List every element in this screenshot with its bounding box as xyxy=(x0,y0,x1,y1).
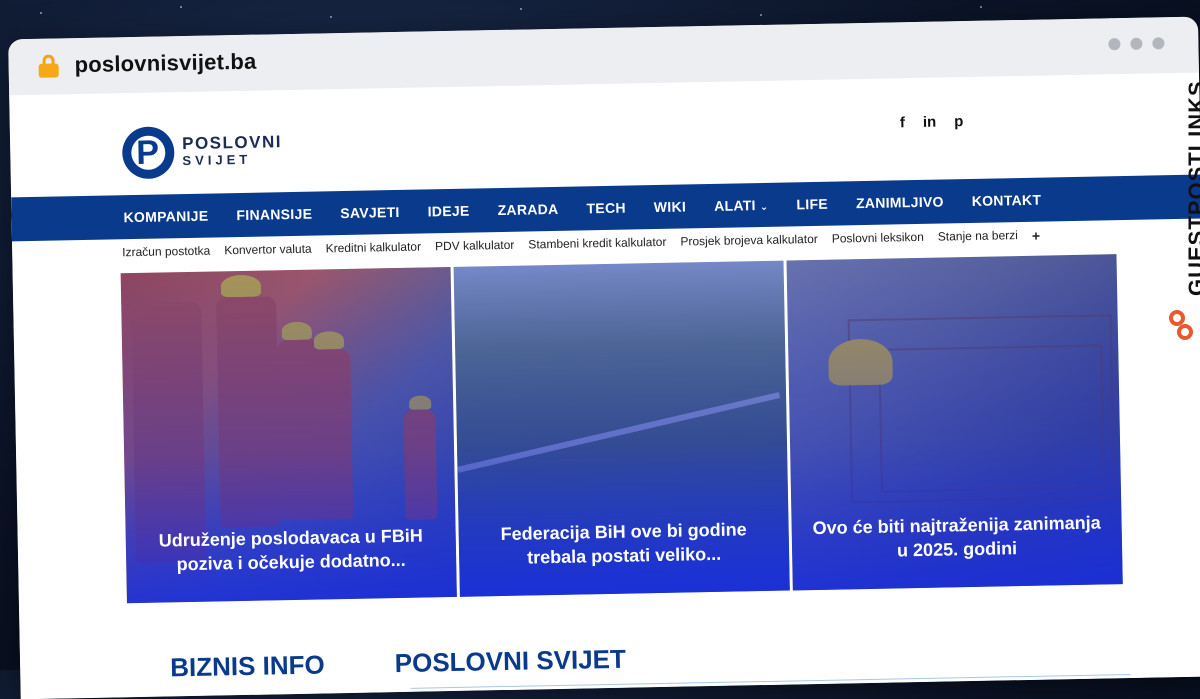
window-dot-1[interactable] xyxy=(1108,38,1121,51)
address-bar[interactable]: poslovnisvijet.ba xyxy=(74,49,256,78)
logo-p-icon: P xyxy=(121,126,175,180)
facebook-icon[interactable]: f xyxy=(900,114,905,131)
nav-ideje[interactable]: IDEJE xyxy=(427,203,469,220)
hero-caption[interactable]: Federacija BiH ove bi godine trebala pos… xyxy=(458,517,789,571)
hero-card[interactable]: Federacija BiH ove bi godine trebala pos… xyxy=(453,260,790,597)
section-headings: BIZNIS INFO POSLOVNI SVIJET xyxy=(170,644,626,684)
social-links: f in p xyxy=(900,113,964,131)
section-title-poslovni-svijet[interactable]: POSLOVNI SVIJET xyxy=(394,644,626,679)
linkedin-icon[interactable]: in xyxy=(923,114,937,131)
subnav-prosjek-brojeva[interactable]: Prosjek brojeva kalkulator xyxy=(680,232,818,251)
window-dot-2[interactable] xyxy=(1130,37,1143,50)
site-logo[interactable]: P POSLOVNI SVIJET xyxy=(121,124,283,180)
logo-line-2: SVIJET xyxy=(182,151,252,169)
subnav-poslovni-leksikon[interactable]: Poslovni leksikon xyxy=(832,230,924,248)
plus-icon[interactable]: + xyxy=(1032,228,1040,244)
subnav-stanje-na-berzi[interactable]: Stanje na berzi xyxy=(938,228,1018,246)
pinterest-icon[interactable]: p xyxy=(954,113,963,130)
nav-kompanije[interactable]: KOMPANIJE xyxy=(123,208,208,226)
nav-alati[interactable]: ALATI ⌄ xyxy=(714,197,769,214)
hero-caption[interactable]: Ovo će biti najtraženija zanimanja u 202… xyxy=(791,510,1122,564)
lock-icon xyxy=(38,54,59,78)
subnav-pdv-kalkulator[interactable]: PDV kalkulator xyxy=(435,238,515,256)
subnav-izracun-postotka[interactable]: Izračun postotka xyxy=(122,244,210,262)
hero-card[interactable]: Ovo će biti najtraženija zanimanja u 202… xyxy=(786,254,1123,591)
nav-zarada[interactable]: ZARADA xyxy=(497,201,558,218)
subnav-konvertor-valuta[interactable]: Konvertor valuta xyxy=(224,242,312,260)
nav-finansije[interactable]: FINANSIJE xyxy=(236,206,312,223)
section-title-biznis-info[interactable]: BIZNIS INFO xyxy=(170,649,325,683)
nav-life[interactable]: LIFE xyxy=(796,196,828,213)
guestpostlinks-watermark: GUESTPOSTLINKS xyxy=(1162,56,1200,356)
nav-alati-label: ALATI xyxy=(713,197,756,214)
subnav-kreditni-kalkulator[interactable]: Kreditni kalkulator xyxy=(325,240,421,258)
hero-card[interactable]: Udruženje poslodavaca u FBiH poziva i oč… xyxy=(120,266,457,604)
web-page: P POSLOVNI SVIJET f in p KOMPANIJE FINAN… xyxy=(9,72,1200,699)
watermark-text: GUESTPOSTLINKS xyxy=(1184,80,1200,296)
nav-kontakt[interactable]: KONTAKT xyxy=(972,192,1042,209)
chevron-down-icon: ⌄ xyxy=(759,201,769,214)
nav-savjeti[interactable]: SAVJETI xyxy=(340,204,400,221)
nav-wiki[interactable]: WIKI xyxy=(654,198,687,215)
window-controls xyxy=(1108,37,1165,51)
logo-line-1: POSLOVNI xyxy=(181,132,283,154)
window-dot-3[interactable] xyxy=(1152,37,1165,50)
chain-link-icon xyxy=(1169,306,1195,346)
browser-window: poslovnisvijet.ba P POSLOVNI SVIJET f in… xyxy=(8,16,1200,699)
subnav-stambeni-kredit[interactable]: Stambeni kredit kalkulator xyxy=(528,235,666,254)
nav-zanimljivo[interactable]: ZANIMLJIVO xyxy=(856,193,944,211)
hero-grid: Udruženje poslodavaca u FBiH poziva i oč… xyxy=(120,254,1123,604)
nav-tech[interactable]: TECH xyxy=(586,200,626,217)
hero-caption[interactable]: Udruženje poslodavaca u FBiH poziva i oč… xyxy=(126,523,457,577)
